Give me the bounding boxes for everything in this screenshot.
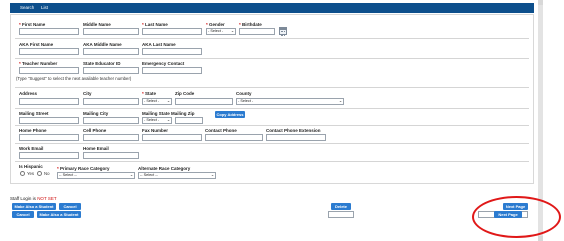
- tab-list[interactable]: List: [41, 5, 48, 10]
- divider: [15, 87, 529, 88]
- chevron-down-icon: ⌄: [166, 118, 170, 122]
- aka-middle-name-input[interactable]: [83, 48, 139, 55]
- chevron-down-icon: ⌄: [338, 99, 342, 103]
- state-label: * State: [142, 91, 157, 96]
- state-educator-id-input[interactable]: [83, 67, 139, 74]
- county-select[interactable]: - Select - ⌄: [236, 98, 344, 105]
- city-label: City: [83, 91, 92, 96]
- home-email-input[interactable]: [83, 152, 139, 159]
- state-select[interactable]: - Select - ⌄: [142, 98, 172, 105]
- home-phone-input[interactable]: [19, 134, 79, 141]
- divider: [15, 143, 529, 144]
- delete-button[interactable]: Delete: [331, 203, 351, 210]
- zip-code-input[interactable]: [175, 98, 233, 105]
- copy-address-button[interactable]: Copy Address: [215, 111, 245, 118]
- work-email-input[interactable]: [19, 152, 79, 159]
- state-educator-id-label: State Educator ID: [83, 61, 121, 66]
- teacher-number-label: * Teacher Number: [19, 61, 58, 66]
- scroll-down-button[interactable]: [538, 236, 543, 241]
- staff-login-status: Staff Login is NOT SET: [10, 196, 57, 201]
- work-email-label: Work Email: [19, 146, 44, 151]
- contact-phone-input[interactable]: [205, 134, 263, 141]
- emergency-contact-label: Emergency Contact: [142, 61, 185, 66]
- chevron-down-icon: ⌄: [166, 99, 170, 103]
- delete-button-bottom-placeholder[interactable]: [328, 211, 354, 218]
- address-input[interactable]: [19, 98, 79, 105]
- aka-first-name-input[interactable]: [19, 48, 79, 55]
- make-also-student-button[interactable]: Make Also a Student: [12, 203, 56, 210]
- mailing-city-label: Mailing City: [83, 111, 109, 116]
- address-label: Address: [19, 91, 38, 96]
- birthdate-label: * Birthdate: [239, 22, 262, 27]
- divider: [15, 58, 529, 59]
- middle-name-input[interactable]: [83, 28, 139, 35]
- mailing-street-input[interactable]: [19, 117, 79, 124]
- mailing-state-zip-label: Mailing State Mailing Zip: [142, 111, 195, 116]
- last-name-input[interactable]: [142, 28, 202, 35]
- chevron-down-icon: ⌄: [230, 29, 234, 33]
- hispanic-no-radio[interactable]: [37, 171, 42, 176]
- chevron-down-icon: ⌄: [210, 173, 214, 177]
- contact-phone-extension-input[interactable]: [266, 134, 326, 141]
- divider: [15, 161, 529, 162]
- aka-last-name-input[interactable]: [142, 48, 202, 55]
- gender-label: * Gender: [206, 22, 225, 27]
- calendar-icon[interactable]: [279, 27, 287, 36]
- annotation-circle: [472, 196, 561, 238]
- tab-search[interactable]: Search: [20, 5, 34, 10]
- zip-code-label: Zip Code: [175, 91, 195, 96]
- divider: [15, 38, 529, 39]
- primary-race-label: * Primary Race Category: [57, 166, 110, 171]
- first-name-label: * First Name: [19, 22, 46, 27]
- hispanic-yes-radio[interactable]: [20, 171, 25, 176]
- contact-phone-extension-label: Contact Phone Extension: [266, 128, 321, 133]
- gender-select[interactable]: - Select - ⌄: [206, 28, 236, 35]
- middle-name-label: Middle Name: [83, 22, 111, 27]
- hispanic-no-label: No: [44, 171, 50, 176]
- teacher-number-input[interactable]: [19, 67, 79, 74]
- mailing-state-select[interactable]: - Select - ⌄: [142, 117, 172, 124]
- top-nav-bar: Search List: [10, 3, 534, 13]
- teacher-number-hint: (Type "Suggest" to select the next avail…: [16, 76, 132, 81]
- divider: [15, 125, 529, 126]
- last-name-label: * Last Name: [142, 22, 168, 27]
- staff-form-panel: * First Name Middle Name * Last Name * G…: [10, 14, 534, 184]
- divider: [15, 108, 529, 109]
- aka-middle-name-label: AKA Middle Name: [83, 42, 122, 47]
- is-hispanic-label: Is Hispanic: [19, 164, 43, 169]
- fax-number-input[interactable]: [142, 134, 202, 141]
- home-phone-label: Home Phone: [19, 128, 47, 133]
- aka-first-name-label: AKA First Name: [19, 42, 54, 47]
- alternate-race-select[interactable]: -- Select -- ⌄: [138, 172, 216, 179]
- cancel-button-bottom[interactable]: Cancel: [12, 211, 34, 218]
- cell-phone-label: Cell Phone: [83, 128, 107, 133]
- city-input[interactable]: [83, 98, 139, 105]
- alternate-race-label: Alternate Race Category: [138, 166, 191, 171]
- hispanic-yes-label: Yes: [27, 171, 35, 176]
- chevron-down-icon: ⌄: [129, 173, 133, 177]
- birthdate-input[interactable]: [239, 28, 275, 35]
- mailing-city-input[interactable]: [83, 117, 139, 124]
- mailing-zip-input[interactable]: [175, 117, 203, 124]
- first-name-input[interactable]: [19, 28, 79, 35]
- home-email-label: Home Email: [83, 146, 109, 151]
- cell-phone-input[interactable]: [83, 134, 139, 141]
- make-also-student-button-bottom[interactable]: Make Also a Student: [37, 211, 81, 218]
- cancel-button[interactable]: Cancel: [59, 203, 81, 210]
- county-label: County: [236, 91, 252, 96]
- primary-race-select[interactable]: -- Select -- ⌄: [57, 172, 135, 179]
- emergency-contact-input[interactable]: [142, 67, 202, 74]
- mailing-street-label: Mailing Street: [19, 111, 49, 116]
- contact-phone-label: Contact Phone: [205, 128, 237, 133]
- aka-last-name-label: AKA Last Name: [142, 42, 176, 47]
- scroll-up-button[interactable]: [538, 0, 543, 5]
- fax-number-label: Fax Number: [142, 128, 169, 133]
